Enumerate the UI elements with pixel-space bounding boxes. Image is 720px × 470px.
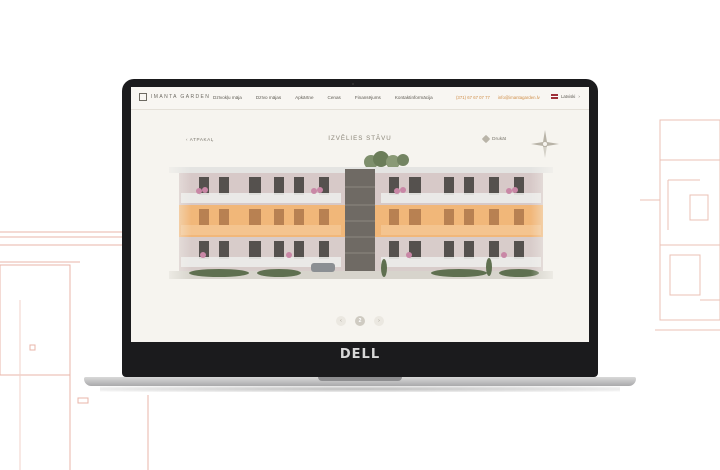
webcam (352, 83, 354, 85)
nav-item-apkartne[interactable]: Apkārtne (295, 95, 313, 100)
floor-pager: ‹ 2 › (131, 316, 589, 326)
print-button[interactable]: Drukāt (481, 134, 507, 144)
pager-current-floor[interactable]: 2 (355, 316, 365, 326)
dell-logo: DELL (339, 347, 381, 362)
latvian-flag-icon (551, 94, 558, 99)
pager-next-button[interactable]: › (374, 316, 384, 326)
page-title: IZVĒLIES STĀVU (328, 135, 392, 142)
nav-item-dzivo-majas[interactable]: Dzīvo mājas (256, 95, 281, 100)
logo-text: IMANTA GARDEN (151, 94, 211, 100)
nav-item-cenas[interactable]: Cenas (328, 95, 341, 100)
chevron-down-icon: › (578, 94, 580, 99)
email-link[interactable]: info@imantagarden.lv (498, 95, 540, 100)
nav-item-finansejums[interactable]: Finansējums (355, 95, 381, 100)
phone-link[interactable]: (371) 67 67 07 77 (456, 95, 490, 100)
nav-item-dzivoklu-maja[interactable]: Dzīvokļu māja (213, 95, 242, 100)
print-label: Drukāt (492, 136, 507, 142)
print-icon (481, 134, 491, 144)
logo-mark-icon (139, 93, 147, 101)
laptop-shadow (100, 386, 620, 392)
laptop-screen: IMANTA GARDEN Dzīvokļu māja Dzīvo mājas … (131, 87, 589, 342)
header-contact: (371) 67 67 07 77 info@imantagarden.lv (456, 95, 540, 100)
main-nav: Dzīvokļu māja Dzīvo mājas Apkārtne Cenas… (213, 95, 433, 100)
site-logo[interactable]: IMANTA GARDEN (139, 93, 210, 101)
language-label: Latviski (561, 94, 576, 99)
site-header: IMANTA GARDEN Dzīvokļu māja Dzīvo mājas … (131, 87, 589, 110)
laptop-base-notch (318, 377, 402, 381)
pager-prev-button[interactable]: ‹ (336, 316, 346, 326)
nav-item-kontaktinformacija[interactable]: Kontaktinformācija (395, 95, 433, 100)
building-floor-selector[interactable] (159, 147, 563, 297)
language-selector[interactable]: Latviski › (551, 94, 580, 99)
